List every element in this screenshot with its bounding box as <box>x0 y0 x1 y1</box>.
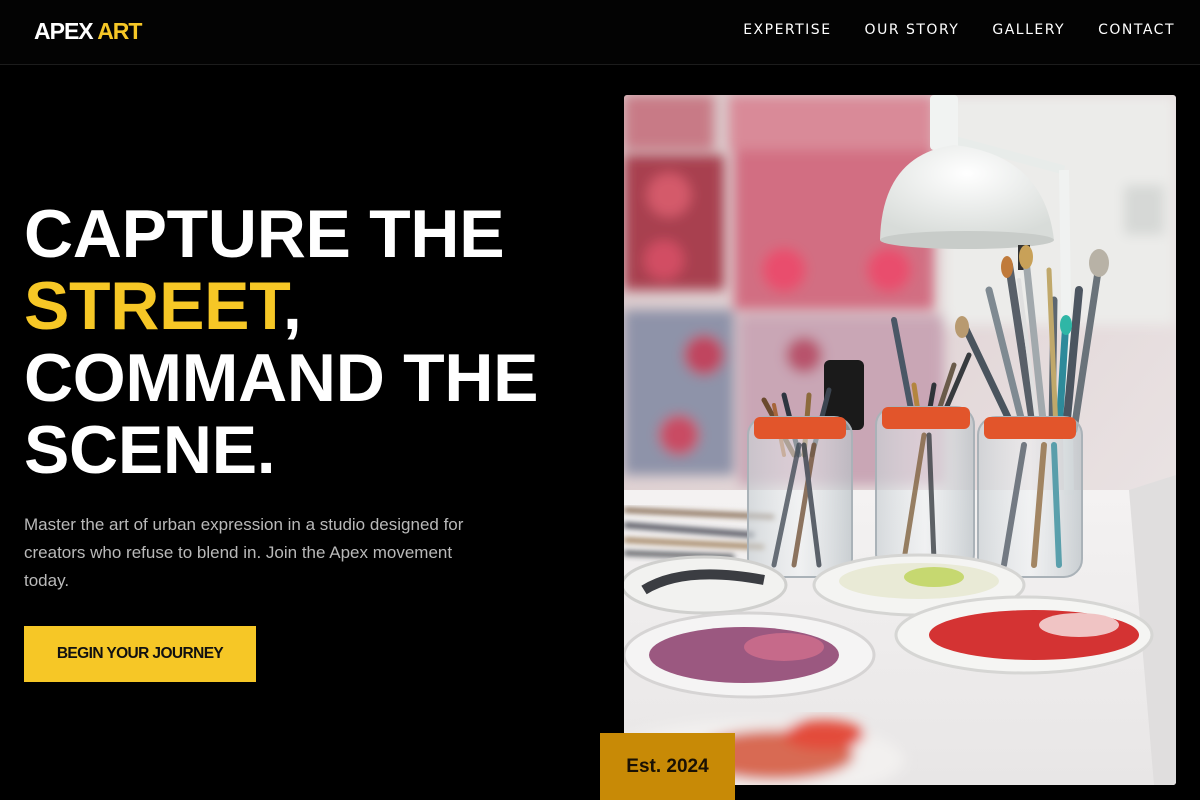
hero-line-2: STREET, <box>24 270 604 342</box>
nav-link-expertise[interactable]: EXPERTISE <box>743 22 831 38</box>
brand-name-accent: ART <box>97 18 142 44</box>
top-navbar: APEX ART EXPERTISE OUR STORY GALLERY CON… <box>0 0 1200 65</box>
begin-journey-button[interactable]: BEGIN YOUR JOURNEY <box>24 626 256 682</box>
hero-line-1: CAPTURE THE <box>24 196 505 272</box>
hero-heading: CAPTURE THE STREET, COMMAND THE SCENE. <box>24 198 604 486</box>
hero-line-2-rest: , <box>282 268 302 344</box>
paint-brushes-jars-image <box>624 95 1176 785</box>
hero-line-4: SCENE. <box>24 412 276 488</box>
nav-link-gallery[interactable]: GALLERY <box>992 22 1065 38</box>
studio-photo <box>624 95 1176 785</box>
hero-line-3: COMMAND THE <box>24 340 539 416</box>
nav-link-our-story[interactable]: OUR STORY <box>865 22 960 38</box>
brand-logo[interactable]: APEX ART <box>34 18 142 45</box>
nav-link-contact[interactable]: CONTACT <box>1098 22 1175 38</box>
established-badge: Est. 2024 <box>600 733 735 800</box>
hero-description: Master the art of urban expression in a … <box>24 515 464 590</box>
brand-name-primary: APEX <box>34 18 94 44</box>
hero-highlight-word: STREET <box>24 268 283 344</box>
main-nav: EXPERTISE OUR STORY GALLERY CONTACT <box>743 22 1175 38</box>
